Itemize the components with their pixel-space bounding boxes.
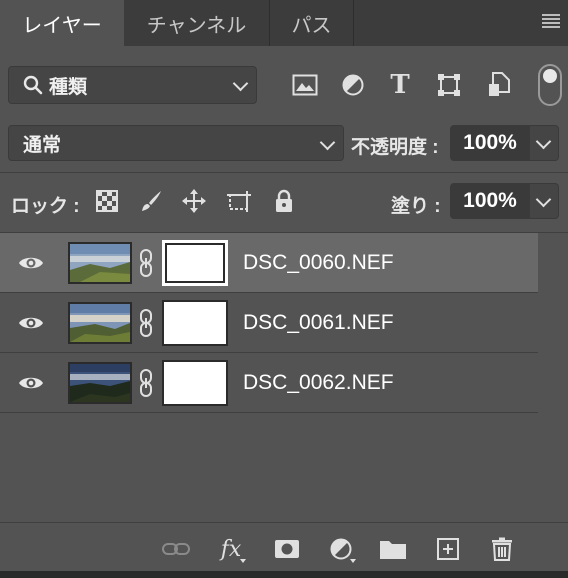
- chain-link-icon[interactable]: [138, 248, 154, 278]
- opacity-label: 不透明度 :: [351, 137, 439, 158]
- lock-transparent-pixels-icon[interactable]: [94, 188, 120, 214]
- layer-mask-thumbnail[interactable]: [162, 360, 228, 406]
- delete-layer-icon[interactable]: [487, 535, 517, 563]
- shape-filter-icon[interactable]: [435, 71, 463, 99]
- fill-dropdown-button[interactable]: [529, 183, 559, 219]
- chevron-down-icon: [535, 191, 552, 208]
- lock-artboard-icon[interactable]: [226, 188, 252, 214]
- opacity-input[interactable]: 100%: [450, 125, 530, 161]
- layer-mask-thumbnail[interactable]: [162, 240, 228, 286]
- filter-toggle[interactable]: [538, 64, 562, 106]
- adjustment-filter-icon[interactable]: [339, 71, 367, 99]
- tab-channels[interactable]: チャンネル: [124, 0, 270, 46]
- layer-row[interactable]: DSC_0060.NEF: [0, 233, 538, 293]
- search-icon: [23, 75, 43, 95]
- fx-icon[interactable]: fx: [216, 535, 246, 563]
- eye-icon[interactable]: [18, 374, 44, 392]
- blend-mode-select[interactable]: 通常: [8, 125, 344, 161]
- new-layer-icon[interactable]: [433, 535, 463, 563]
- adjustment-layer-icon[interactable]: [326, 535, 356, 563]
- eye-icon[interactable]: [18, 314, 44, 332]
- filter-type-label: 種類: [49, 76, 88, 98]
- panel-bottom-edge: [0, 571, 568, 578]
- lock-all-icon[interactable]: [271, 188, 297, 214]
- layer-thumbnail: [68, 362, 132, 404]
- layer-name[interactable]: DSC_0062.NEF: [243, 353, 394, 413]
- tab-layers[interactable]: レイヤー: [0, 0, 124, 46]
- fill-label: 塗り :: [391, 196, 441, 217]
- chevron-down-icon: [319, 134, 336, 151]
- layers-scrollbar[interactable]: [540, 233, 568, 521]
- eye-icon[interactable]: [18, 254, 44, 272]
- layer-mask-thumbnail[interactable]: [162, 300, 228, 346]
- image-filter-icon[interactable]: [291, 71, 319, 99]
- lock-image-pixels-icon[interactable]: [138, 188, 164, 214]
- chevron-down-icon: [232, 75, 249, 92]
- lock-label: ロック :: [11, 196, 80, 217]
- tab-paths[interactable]: パス: [270, 0, 354, 46]
- layer-thumbnail: [68, 302, 132, 344]
- new-group-icon[interactable]: [378, 535, 408, 563]
- layer-thumbnail: [68, 242, 132, 284]
- layers-list: DSC_0060.NEF DSC_0061.NEF DSC_0062.NEF: [0, 233, 540, 521]
- link-layers-icon[interactable]: [161, 535, 191, 563]
- opacity-dropdown-button[interactable]: [529, 125, 559, 161]
- layer-row[interactable]: DSC_0062.NEF: [0, 353, 538, 413]
- filter-type-select[interactable]: 種類: [8, 66, 257, 104]
- blend-mode-label: 通常: [23, 134, 62, 156]
- fill-input[interactable]: 100%: [450, 183, 530, 219]
- smart-object-filter-icon[interactable]: [485, 71, 513, 99]
- panel-menu-icon[interactable]: [542, 14, 560, 28]
- chain-link-icon[interactable]: [138, 308, 154, 338]
- chevron-down-icon: [535, 133, 552, 150]
- type-filter-icon[interactable]: T: [386, 70, 414, 100]
- divider: [0, 172, 568, 173]
- chain-link-icon[interactable]: [138, 368, 154, 398]
- lock-position-icon[interactable]: [181, 188, 207, 214]
- layer-row[interactable]: DSC_0061.NEF: [0, 293, 538, 353]
- layer-name[interactable]: DSC_0061.NEF: [243, 293, 394, 353]
- panel-tab-bar: レイヤー チャンネル パス: [0, 0, 568, 46]
- add-mask-icon[interactable]: [272, 535, 302, 563]
- layer-name[interactable]: DSC_0060.NEF: [243, 233, 394, 293]
